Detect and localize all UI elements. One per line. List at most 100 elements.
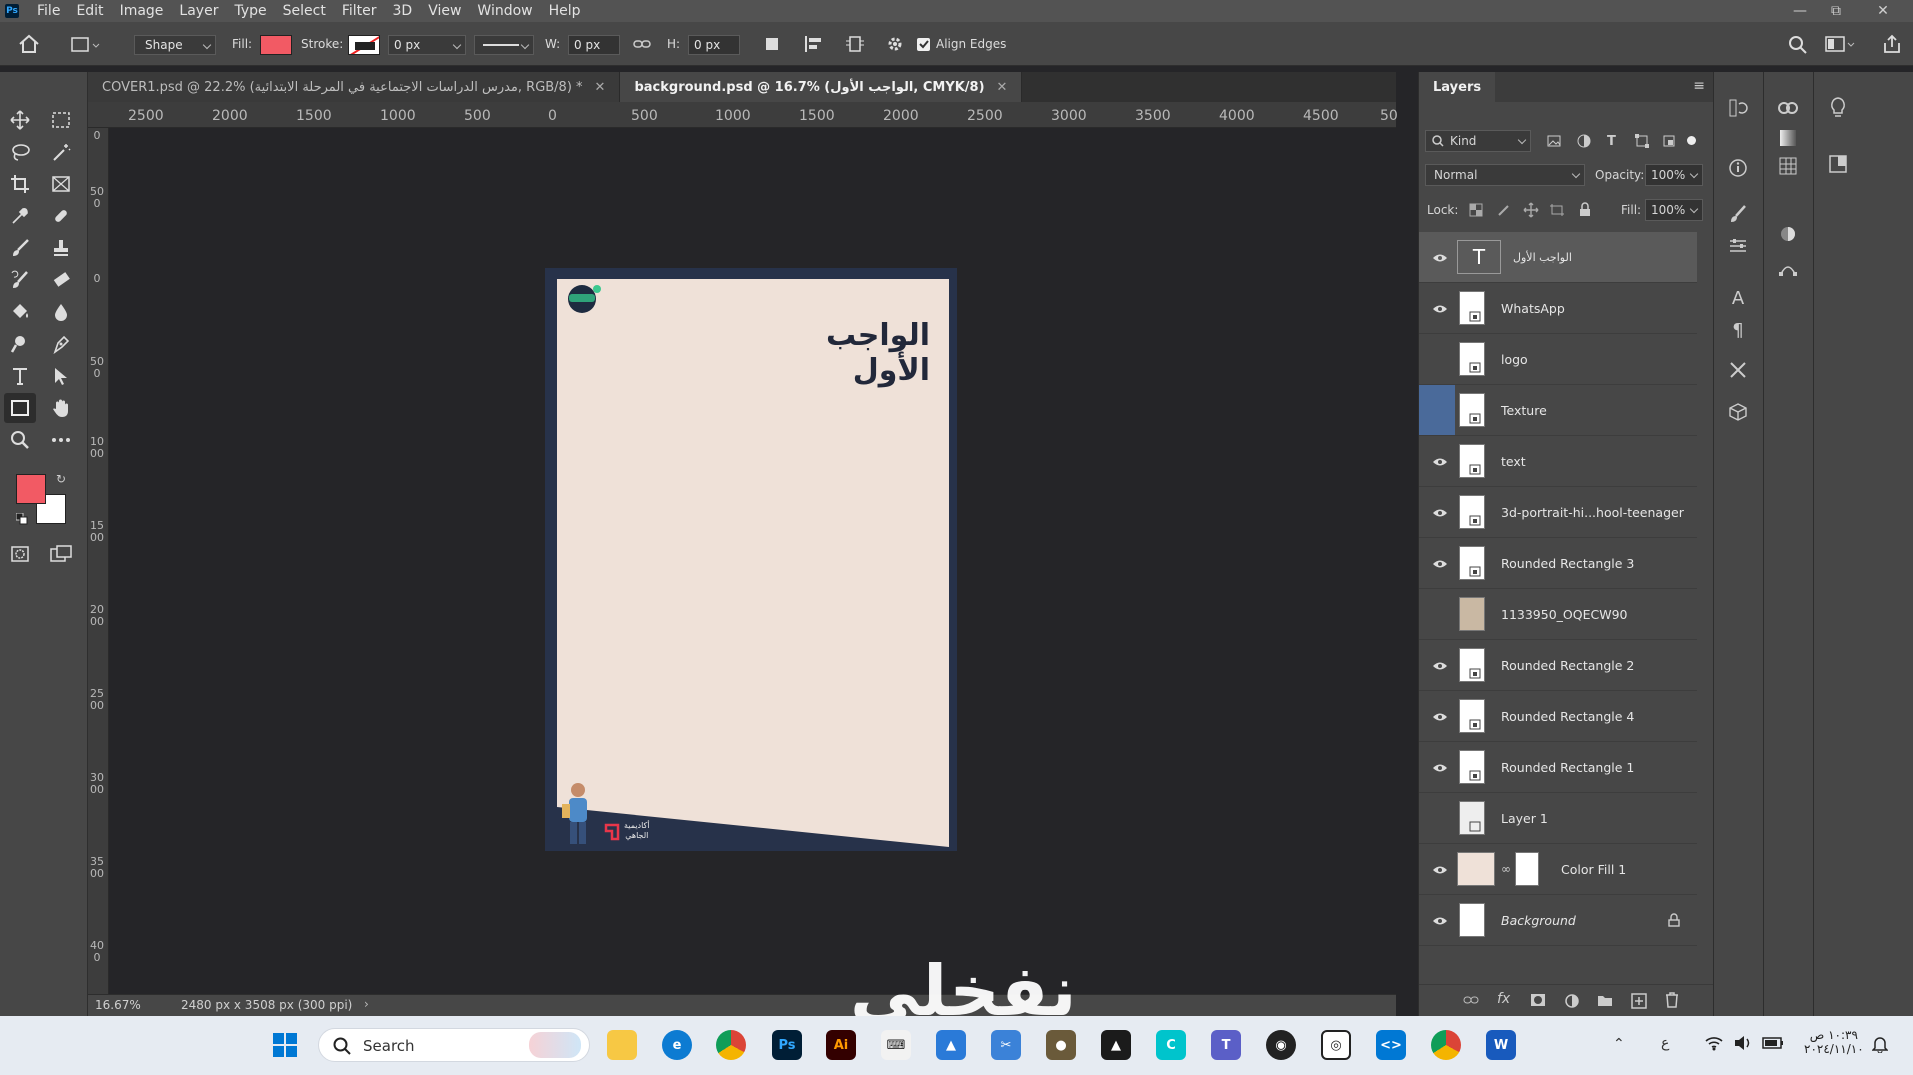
inkscape-icon[interactable]: ▲: [1101, 1030, 1131, 1060]
filter-smart-object-icon[interactable]: [1662, 134, 1676, 148]
stroke-type-dropdown[interactable]: [474, 35, 534, 55]
crop-tool-icon[interactable]: [4, 169, 36, 199]
menu-view[interactable]: View: [420, 0, 469, 22]
illustrator-icon[interactable]: Ai: [826, 1030, 856, 1060]
wifi-icon[interactable]: [1705, 1035, 1723, 1051]
workspace-icon[interactable]: [1825, 36, 1855, 54]
height-field[interactable]: 0 px: [688, 35, 740, 55]
add-mask-icon[interactable]: [1530, 993, 1546, 1007]
screen-mode-icon[interactable]: [45, 539, 77, 569]
chrome-profile-icon[interactable]: [1431, 1030, 1461, 1060]
menu-image[interactable]: Image: [112, 0, 172, 22]
lock-artboard-icon[interactable]: [1549, 203, 1565, 217]
word-icon[interactable]: W: [1486, 1030, 1516, 1060]
visibility-off-icon[interactable]: [1427, 602, 1452, 627]
menu-3d[interactable]: 3D: [385, 0, 421, 22]
lock-all-icon[interactable]: [1579, 202, 1591, 217]
swatches-panel-icon[interactable]: [1776, 154, 1800, 178]
visibility-eye-icon[interactable]: [1427, 857, 1452, 882]
brush-tool-icon[interactable]: [4, 233, 36, 263]
link-dimensions-icon[interactable]: [633, 37, 651, 51]
fx-icon[interactable]: fx: [1497, 991, 1510, 1007]
opacity-field[interactable]: 100%: [1645, 164, 1703, 186]
swap-colors-icon[interactable]: ↻: [56, 472, 66, 486]
history-panel-icon[interactable]: [1726, 96, 1750, 120]
close-tab-icon[interactable]: ✕: [997, 80, 1008, 95]
brushes-panel-icon[interactable]: [1726, 202, 1750, 226]
menu-edit[interactable]: Edit: [68, 0, 111, 22]
layer-row[interactable]: logo: [1419, 334, 1697, 385]
layer-row[interactable]: Layer 1: [1419, 793, 1697, 844]
default-colors-icon[interactable]: [16, 513, 28, 525]
visibility-eye-icon[interactable]: [1427, 551, 1452, 576]
align-edges-checkbox[interactable]: [917, 38, 930, 51]
filter-pixel-icon[interactable]: [1547, 134, 1561, 148]
zoom-tool-icon[interactable]: [4, 425, 36, 455]
color-panel-icon[interactable]: [1776, 96, 1800, 120]
teams-icon[interactable]: T: [1211, 1030, 1241, 1060]
visibility-off-icon[interactable]: [1427, 347, 1452, 372]
restore-icon[interactable]: ⧉: [1819, 0, 1853, 22]
menu-filter[interactable]: Filter: [334, 0, 385, 22]
tools-panel-icon[interactable]: [1726, 358, 1750, 382]
rectangle-tool-icon[interactable]: [4, 393, 36, 423]
clone-stamp-tool-icon[interactable]: [45, 233, 77, 263]
app-icon[interactable]: ◎: [1321, 1030, 1351, 1060]
layer-row[interactable]: ∞ Color Fill 1: [1419, 844, 1697, 895]
layer-row[interactable]: Background: [1419, 895, 1697, 946]
visibility-eye-icon[interactable]: [1427, 653, 1452, 678]
share-icon[interactable]: [1882, 34, 1902, 54]
path-selection-tool-icon[interactable]: [45, 361, 77, 391]
quick-mask-icon[interactable]: [4, 539, 36, 569]
visibility-eye-icon[interactable]: [1427, 755, 1452, 780]
new-layer-icon[interactable]: [1631, 993, 1647, 1009]
notification-bell-icon[interactable]: [1872, 1035, 1888, 1053]
magic-wand-tool-icon[interactable]: [45, 137, 77, 167]
filter-adjustment-icon[interactable]: [1577, 134, 1591, 148]
eyedropper-tool-icon[interactable]: [4, 201, 36, 231]
visibility-eye-icon[interactable]: [1427, 449, 1452, 474]
marquee-tool-icon[interactable]: [45, 105, 77, 135]
status-expand-icon[interactable]: ›: [364, 997, 369, 1011]
blend-mode-dropdown[interactable]: Normal: [1425, 164, 1585, 186]
properties-panel-icon[interactable]: [1726, 234, 1750, 258]
input-language[interactable]: ع: [1661, 1035, 1669, 1051]
menu-type[interactable]: Type: [226, 0, 274, 22]
paragraph-panel-icon[interactable]: ¶: [1726, 318, 1750, 342]
dodge-tool-icon[interactable]: [4, 329, 36, 359]
visibility-off-icon[interactable]: [1419, 385, 1455, 435]
foreground-color-swatch[interactable]: [16, 474, 46, 504]
layers-panel-title[interactable]: Layers: [1419, 72, 1496, 102]
paths-panel-icon[interactable]: [1776, 256, 1800, 280]
pen-tool-icon[interactable]: [45, 329, 77, 359]
clock[interactable]: ١٠:٣٩ ص ٢٠٢٤/١١/١٠: [1804, 1028, 1864, 1056]
path-alignment-icon[interactable]: [804, 35, 824, 53]
filter-type-icon[interactable]: T: [1607, 134, 1616, 149]
adjustments-panel-icon[interactable]: [1776, 222, 1800, 246]
filter-shape-icon[interactable]: [1635, 134, 1649, 148]
info-icon[interactable]: [1726, 156, 1750, 180]
stroke-width-field[interactable]: 0 px: [388, 35, 466, 55]
taskbar-search-box[interactable]: Search: [318, 1028, 590, 1062]
mode-dropdown[interactable]: Shape: [134, 35, 216, 55]
new-group-icon[interactable]: [1597, 993, 1613, 1007]
layer-row[interactable]: Texture: [1419, 385, 1697, 436]
photoshop-taskbar-icon[interactable]: Ps: [772, 1030, 802, 1060]
fill-field[interactable]: 100%: [1645, 199, 1703, 221]
delete-layer-icon[interactable]: [1665, 992, 1679, 1008]
lasso-tool-icon[interactable]: [4, 137, 36, 167]
vscode-icon[interactable]: <>: [1376, 1030, 1406, 1060]
menu-select[interactable]: Select: [275, 0, 334, 22]
zoom-level[interactable]: 16.67%: [95, 998, 141, 1012]
capcut-icon[interactable]: ⌨: [881, 1030, 911, 1060]
type-tool-icon[interactable]: [4, 361, 36, 391]
layer-row[interactable]: text: [1419, 436, 1697, 487]
tab-cover1[interactable]: COVER1.psd @ 22.2% (مدرس الدراسات الاجتم…: [88, 72, 621, 102]
visibility-eye-icon[interactable]: [1427, 908, 1452, 933]
visibility-eye-icon[interactable]: [1427, 245, 1452, 270]
menu-file[interactable]: File: [29, 0, 68, 22]
eraser-tool-icon[interactable]: [45, 265, 77, 295]
canva-icon[interactable]: C: [1156, 1030, 1186, 1060]
battery-icon[interactable]: [1762, 1037, 1784, 1049]
lock-pixels-icon[interactable]: [1497, 203, 1511, 217]
